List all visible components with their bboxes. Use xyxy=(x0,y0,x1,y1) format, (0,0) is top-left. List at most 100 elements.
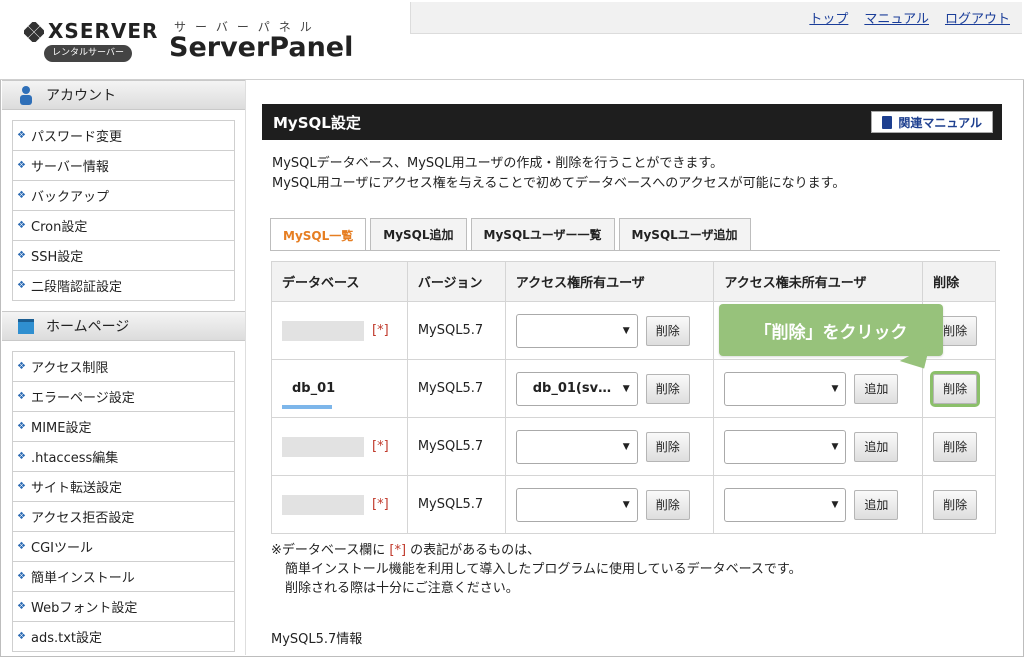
arrow-icon: ❖ xyxy=(17,601,26,612)
arrow-icon: ❖ xyxy=(17,160,26,171)
add-user-button[interactable]: 追加 xyxy=(854,489,899,520)
select-value: db_01(sv… xyxy=(532,380,612,396)
column-header-database: データベース xyxy=(271,261,408,302)
arrow-icon: ❖ xyxy=(17,280,26,291)
nonowner-user-select[interactable]: ▼ xyxy=(724,371,847,406)
owner-users-cell: ▼ 削除 xyxy=(504,417,715,476)
sidebar-item-htaccess[interactable]: ❖ .htaccess編集 xyxy=(13,442,234,472)
sidebar-item-label: .htaccess編集 xyxy=(31,451,119,466)
page-title: MySQL設定 xyxy=(273,113,361,132)
delete-database-button-highlighted[interactable]: 削除 xyxy=(930,370,981,407)
note-line: 簡単インストール機能を利用して導入したプログラムに使用しているデータベースです。 xyxy=(285,562,802,577)
sidebar-item-mime[interactable]: ❖ MIME設定 xyxy=(13,412,234,442)
note-text: の表記があるものは、 xyxy=(406,543,541,558)
remove-owner-button[interactable]: 削除 xyxy=(645,373,690,404)
book-icon xyxy=(882,115,893,129)
sidebar-item-label: MIME設定 xyxy=(31,421,92,436)
add-user-button[interactable]: 追加 xyxy=(854,373,899,404)
nonowner-user-select[interactable]: ▼ xyxy=(724,487,847,522)
arrow-icon: ❖ xyxy=(17,451,26,462)
owner-users-cell: db_01(sv… ▼ 削除 xyxy=(504,359,715,418)
sidebar-item-ssh[interactable]: ❖ SSH設定 xyxy=(13,241,234,271)
nav-manual-link[interactable]: マニュアル xyxy=(864,8,929,27)
delete-cell: 削除 xyxy=(922,417,996,476)
sidebar-item-label: Webフォント設定 xyxy=(31,601,138,616)
nonowner-users-cell: ▼ 追加 xyxy=(713,475,924,534)
sidebar-item-web-font[interactable]: ❖ Webフォント設定 xyxy=(13,592,234,622)
database-table: データベース バージョン アクセス権所有ユーザ アクセス権未所有ユーザ 削除 [… xyxy=(271,261,996,534)
sidebar-item-2fa[interactable]: ❖ 二段階認証設定 xyxy=(13,271,234,301)
owner-user-select[interactable]: ▼ xyxy=(515,313,638,348)
nav-top-link[interactable]: トップ xyxy=(809,8,848,27)
sidebar-item-backup[interactable]: ❖ バックアップ xyxy=(13,181,234,211)
rental-badge: レンタルサーバー xyxy=(44,45,132,62)
sidebar-item-label: サイト転送設定 xyxy=(31,481,123,496)
easy-install-marker: [*] xyxy=(372,439,389,454)
remove-owner-button[interactable]: 削除 xyxy=(645,489,690,520)
arrow-icon: ❖ xyxy=(17,511,26,522)
sidebar-item-label: ads.txt設定 xyxy=(31,631,103,646)
sidebar-item-site-redirect[interactable]: ❖ サイト転送設定 xyxy=(13,472,234,502)
remove-owner-button[interactable]: 削除 xyxy=(645,431,690,462)
database-name-text: db_01 xyxy=(292,381,336,396)
sidebar-section-title: アカウント xyxy=(46,88,116,104)
column-header-owner-users: アクセス権所有ユーザ xyxy=(504,261,715,302)
arrow-icon: ❖ xyxy=(17,421,26,432)
nonowner-users-cell: ▼ 追加 xyxy=(713,417,924,476)
tab-mysql-list[interactable]: MySQL一覧 xyxy=(270,218,367,251)
dropdown-caret-icon: ▼ xyxy=(831,441,839,452)
dropdown-caret-icon: ▼ xyxy=(622,499,630,510)
column-header-nonowner-users: アクセス権未所有ユーザ xyxy=(713,261,924,302)
arrow-icon: ❖ xyxy=(17,481,26,492)
dropdown-caret-icon: ▼ xyxy=(831,499,839,510)
dropdown-caret-icon: ▼ xyxy=(831,383,839,394)
database-cell: [*] xyxy=(271,417,408,476)
owner-user-select[interactable]: db_01(sv… ▼ xyxy=(515,371,638,406)
related-manual-button[interactable]: 関連マニュアル xyxy=(871,111,993,133)
sidebar-section-homepage: ホームページ xyxy=(2,311,245,341)
sidebar-item-access-limit[interactable]: ❖ アクセス制限 xyxy=(13,352,234,382)
sidebar-list-homepage: ❖ アクセス制限 ❖ エラーページ設定 ❖ MIME設定 ❖ .htaccess編集 ❖… xyxy=(12,351,235,652)
sidebar-item-label: アクセス拒否設定 xyxy=(31,511,135,526)
easy-install-marker: [*] xyxy=(372,497,389,512)
tab-mysql-user-list[interactable]: MySQLユーザー一覧 xyxy=(470,218,615,250)
sidebar: アカウント ❖ パスワード変更 ❖ サーバー情報 ❖ バックアップ ❖ Cron設定 ❖… xyxy=(2,80,246,655)
table-row: [*] MySQL5.7 ▼ 削除 ▼ 追加 削除 xyxy=(271,475,996,534)
sidebar-item-label: CGIツール xyxy=(31,541,93,556)
logo[interactable]: XSERVER レンタルサーバー サーバーパネル ServerPanel xyxy=(2,2,410,78)
sidebar-item-cgi-tools[interactable]: ❖ CGIツール xyxy=(13,532,234,562)
arrow-icon: ❖ xyxy=(17,391,26,402)
delete-database-button[interactable]: 削除 xyxy=(933,431,978,462)
delete-database-button[interactable]: 削除 xyxy=(933,489,978,520)
add-user-button[interactable]: 追加 xyxy=(854,431,899,462)
nonowner-user-select[interactable]: ▼ xyxy=(724,429,847,464)
sidebar-item-server-info[interactable]: ❖ サーバー情報 xyxy=(13,151,234,181)
sidebar-item-access-deny[interactable]: ❖ アクセス拒否設定 xyxy=(13,502,234,532)
owner-user-select[interactable]: ▼ xyxy=(515,429,638,464)
page-title-bar: MySQL設定 関連マニュアル xyxy=(262,104,1002,140)
dropdown-caret-icon: ▼ xyxy=(622,441,630,452)
xserver-diamond-icon xyxy=(24,22,44,42)
version-cell: MySQL5.7 xyxy=(406,359,506,418)
sidebar-item-cron[interactable]: ❖ Cron設定 xyxy=(13,211,234,241)
dropdown-caret-icon: ▼ xyxy=(622,325,630,336)
version-cell: MySQL5.7 xyxy=(406,301,506,360)
arrow-icon: ❖ xyxy=(17,361,26,372)
note-marker: [*] xyxy=(389,543,407,558)
tab-bar: MySQL一覧 MySQL追加 MySQLユーザー一覧 MySQLユーザ追加 xyxy=(270,218,751,251)
sidebar-item-label: 簡単インストール xyxy=(31,571,135,586)
sidebar-item-error-page[interactable]: ❖ エラーページ設定 xyxy=(13,382,234,412)
tab-mysql-add[interactable]: MySQL追加 xyxy=(370,218,467,250)
sidebar-item-ads-txt[interactable]: ❖ ads.txt設定 xyxy=(13,622,234,652)
remove-owner-button[interactable]: 削除 xyxy=(645,315,690,346)
note-text: ※データベース欄に xyxy=(271,543,390,558)
tab-mysql-user-add[interactable]: MySQLユーザ追加 xyxy=(618,218,751,250)
note-line: 削除される際は十分にご注意ください。 xyxy=(285,581,519,596)
delete-cell: 削除 xyxy=(922,475,996,534)
instruction-callout: 「削除」をクリック xyxy=(719,304,943,356)
sidebar-item-password[interactable]: ❖ パスワード変更 xyxy=(13,121,234,151)
owner-user-select[interactable]: ▼ xyxy=(515,487,638,522)
owner-users-cell: ▼ 削除 xyxy=(504,301,715,360)
nav-logout-link[interactable]: ログアウト xyxy=(945,8,1010,27)
sidebar-item-easy-install[interactable]: ❖ 簡単インストール xyxy=(13,562,234,592)
